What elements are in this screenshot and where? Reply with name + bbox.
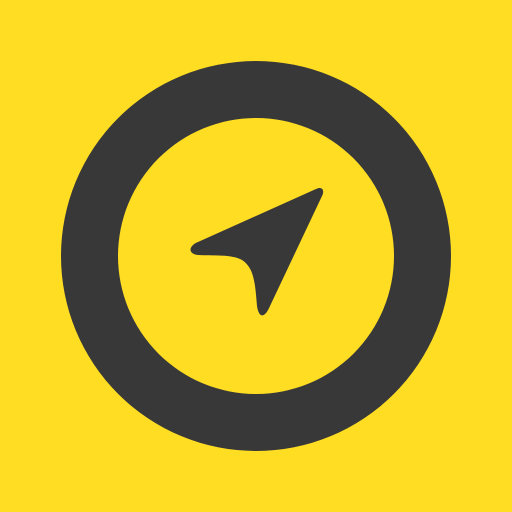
- app-icon: [0, 0, 512, 512]
- app-icon-graphic: [0, 0, 512, 512]
